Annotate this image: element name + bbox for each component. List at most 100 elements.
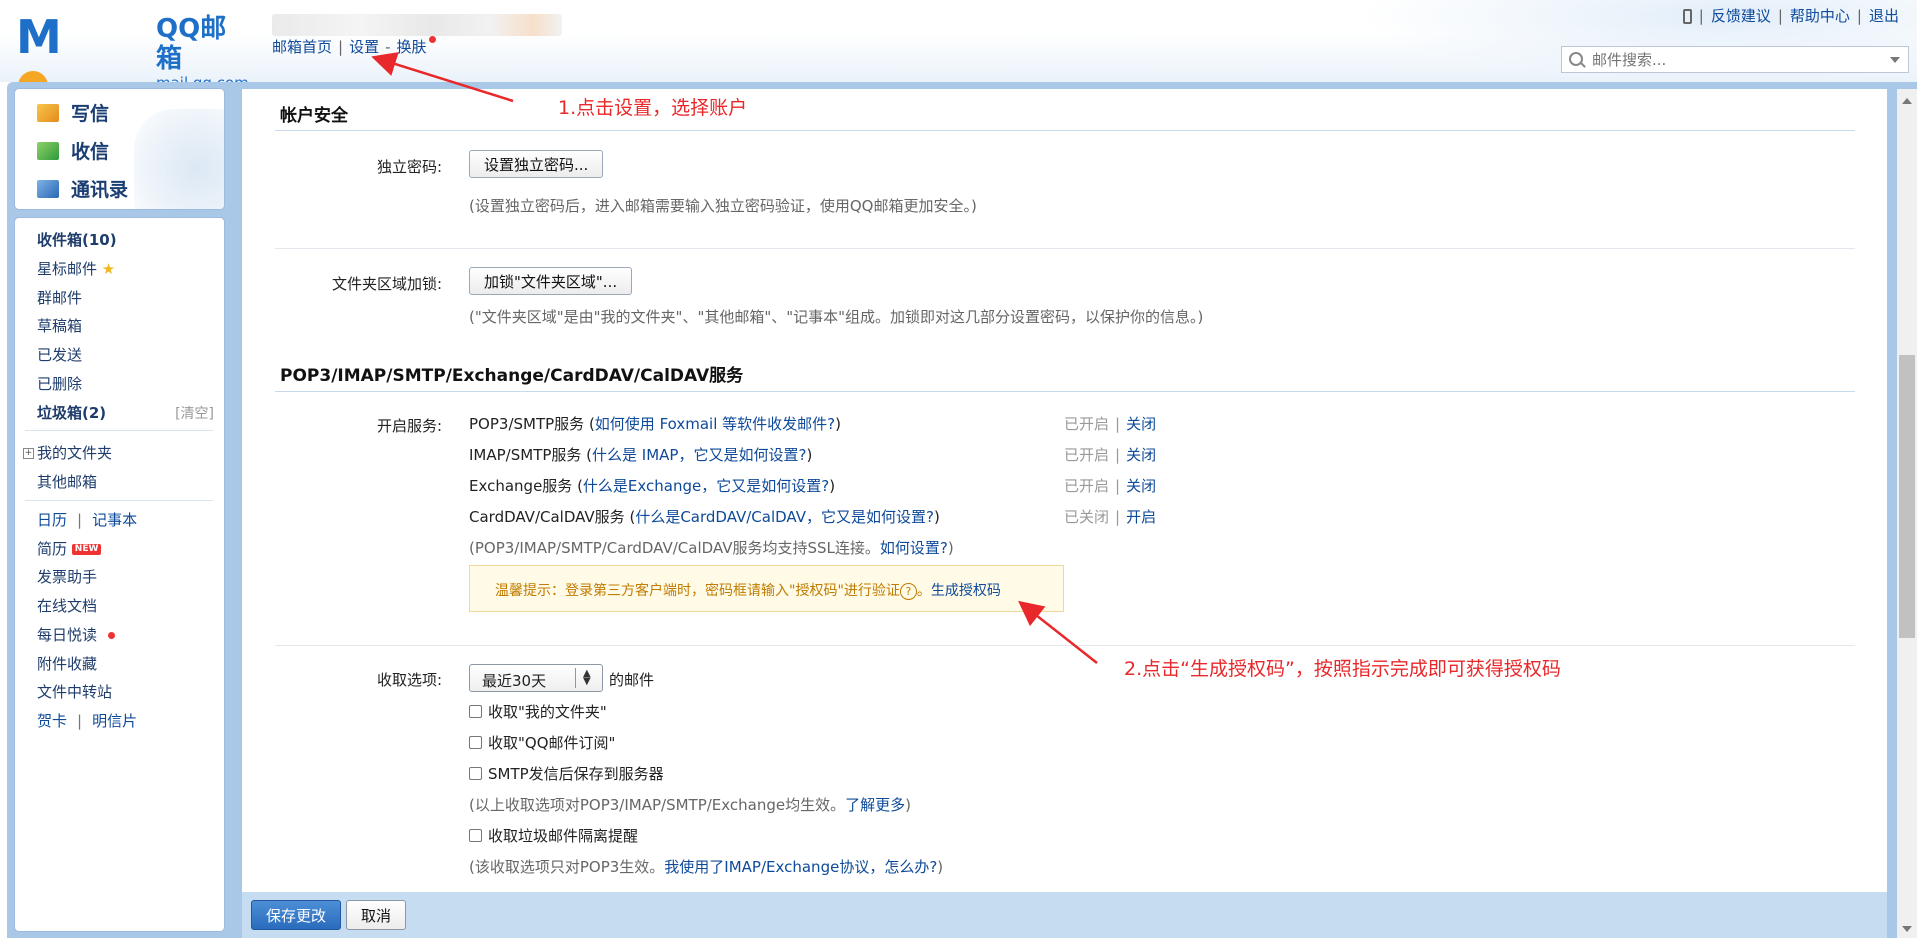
service-carddav-caldav: CardDAV/CalDAV服务 (什么是CardDAV/CalDAV，它又是如… xyxy=(469,508,940,526)
lock-folder-area-button[interactable]: 加锁"文件夹区域"... xyxy=(469,267,633,295)
help-center-link[interactable]: 帮助中心 xyxy=(1790,7,1850,25)
opt-qq-subscription[interactable]: 收取"QQ邮件订阅" xyxy=(469,732,615,753)
checkbox[interactable] xyxy=(469,767,482,780)
exchange-help-link[interactable]: 什么是Exchange，它又是如何设置? xyxy=(583,477,829,495)
receive-range-select[interactable]: 最近30天 ▲ ▼ xyxy=(469,664,603,692)
status-imap: 已开启 | 关闭 xyxy=(1064,446,1157,464)
user-account-blurred xyxy=(272,14,562,36)
checkbox[interactable] xyxy=(469,829,482,842)
logout-link[interactable]: 退出 xyxy=(1869,7,1899,25)
row-divider xyxy=(275,645,1855,646)
sidebar-row-calendar-notes: 日历 | 记事本 xyxy=(37,511,138,529)
search-input[interactable] xyxy=(1590,49,1874,71)
nav-mail-home[interactable]: 邮箱首页 xyxy=(272,38,332,56)
sidebar-item-resume[interactable]: 简历 NEW xyxy=(37,538,102,559)
sidebar-item-sent[interactable]: 已发送 xyxy=(37,344,82,365)
sidebar-item-file-transfer[interactable]: 文件中转站 xyxy=(37,681,112,702)
new-badge: NEW xyxy=(71,544,102,555)
contacts-label: 通讯录 xyxy=(71,179,129,201)
checkbox[interactable] xyxy=(469,705,482,718)
sidebar-item-other-mail[interactable]: 其他邮箱 xyxy=(37,471,97,492)
opt-smtp-save[interactable]: SMTP发信后保存到服务器 xyxy=(469,763,664,784)
sidebar: 收件箱(10) 星标邮件 ★ 群邮件 草稿箱 已发送 已删除 垃圾箱(2) [清… xyxy=(14,217,225,932)
opt-spam-reminder[interactable]: 收取垃圾邮件隔离提醒 xyxy=(469,825,638,846)
receive-options-label: 收取选项: xyxy=(376,671,442,689)
imap-exchange-help-link[interactable]: 我使用了IMAP/Exchange协议，怎么办? xyxy=(664,858,937,876)
opt-my-folders[interactable]: 收取"我的文件夹" xyxy=(469,701,607,722)
tip-text: 温馨提示：登录第三方客户端时，密码框请输入"授权码"进行验证 xyxy=(495,583,900,599)
sidebar-item-notes[interactable]: 记事本 xyxy=(92,511,137,529)
feedback-link[interactable]: 反馈建议 xyxy=(1711,7,1771,25)
top-links: | 反馈建议 | 帮助中心 | 退出 xyxy=(1682,5,1899,26)
action-footer: 保存更改 取消 xyxy=(242,892,1887,938)
mail-search[interactable] xyxy=(1561,46,1909,73)
save-changes-button[interactable]: 保存更改 xyxy=(251,900,342,930)
sidebar-item-postcard[interactable]: 明信片 xyxy=(92,712,137,730)
scroll-up-arrow-icon[interactable] xyxy=(1902,98,1912,104)
sidebar-item-drafts[interactable]: 草稿箱 xyxy=(37,315,82,336)
sidebar-item-online-docs[interactable]: 在线文档 xyxy=(37,595,97,616)
scroll-down-arrow-icon[interactable] xyxy=(1902,926,1912,932)
sidebar-item-deleted[interactable]: 已删除 xyxy=(37,373,82,394)
logo-title: QQ邮箱 xyxy=(156,14,227,74)
annotation-step-1: 1.点击设置，选择账户 xyxy=(558,97,748,119)
learn-more-link[interactable]: 了解更多 xyxy=(845,796,905,814)
status-exchange: 已开启 | 关闭 xyxy=(1064,477,1157,495)
pop3-help-link[interactable]: 如何使用 Foxmail 等软件收发邮件? xyxy=(595,415,835,433)
quick-actions-panel: 写信 收信 通讯录 xyxy=(14,88,225,210)
search-dropdown-icon[interactable] xyxy=(1890,57,1900,63)
sidebar-row-cards: 贺卡 | 明信片 xyxy=(37,712,138,730)
ssl-hint: (POP3/IMAP/SMTP/CardDAV/CalDAV服务均支持SSL连接… xyxy=(469,539,954,557)
contacts-icon xyxy=(37,179,59,198)
sidebar-divider xyxy=(25,430,213,431)
header-bar: Mil QQ邮箱 mail.qq.com 邮箱首页|设置-换肤 |反馈建议|帮助… xyxy=(0,0,1917,162)
help-question-icon[interactable]: ? xyxy=(899,582,917,600)
receive-button[interactable]: 收信 xyxy=(37,137,109,164)
expand-icon[interactable]: + xyxy=(23,448,34,459)
standalone-password-label: 独立密码: xyxy=(376,158,442,176)
carddav-help-link[interactable]: 什么是CardDAV/CalDAV，它又是如何设置? xyxy=(635,508,934,526)
spam-clear-link[interactable]: [清空] xyxy=(175,403,214,423)
annotation-step-2: 2.点击“生成授权码”，按照指示完成即可获得授权码 xyxy=(1124,658,1561,680)
checkbox[interactable] xyxy=(469,736,482,749)
carddav-toggle-link[interactable]: 开启 xyxy=(1126,508,1156,526)
penguin-decoration xyxy=(134,109,224,209)
pop3-toggle-link[interactable]: 关闭 xyxy=(1126,415,1156,433)
sidebar-item-invoice[interactable]: 发票助手 xyxy=(37,566,97,587)
imap-toggle-link[interactable]: 关闭 xyxy=(1126,446,1156,464)
service-pop3-smtp: POP3/SMTP服务 (如何使用 Foxmail 等软件收发邮件?) xyxy=(469,415,841,433)
sidebar-item-attachments[interactable]: 附件收藏 xyxy=(37,653,97,674)
settings-content: 帐户安全 独立密码: 设置独立密码... (设置独立密码后，进入邮箱需要输入独立… xyxy=(242,89,1887,892)
sidebar-item-inbox[interactable]: 收件箱(10) xyxy=(37,229,117,250)
services-title: POP3/IMAP/SMTP/Exchange/CardDAV/CalDAV服务 xyxy=(280,366,744,386)
top-nav: 邮箱首页 | 设置 - 换肤 xyxy=(272,36,436,57)
set-standalone-password-button[interactable]: 设置独立密码... xyxy=(469,150,604,178)
exchange-toggle-link[interactable]: 关闭 xyxy=(1126,477,1156,495)
sidebar-divider xyxy=(25,500,213,501)
section-divider xyxy=(275,391,1855,392)
enable-services-label: 开启服务: xyxy=(376,417,442,435)
compose-icon xyxy=(37,103,59,122)
service-exchange: Exchange服务 (什么是Exchange，它又是如何设置?) xyxy=(469,477,836,495)
compose-button[interactable]: 写信 xyxy=(37,99,109,126)
sidebar-item-group-mail[interactable]: 群邮件 xyxy=(37,287,82,308)
phone-icon[interactable] xyxy=(1682,9,1692,24)
nav-settings[interactable]: 设置 xyxy=(349,38,379,56)
ssl-howto-link[interactable]: 如何设置? xyxy=(880,539,948,557)
folder-lock-hint: ("文件夹区域"是由"我的文件夹"、"其他邮箱"、"记事本"组成。加锁即对这几部… xyxy=(469,308,1204,326)
contacts-button[interactable]: 通讯录 xyxy=(37,175,128,202)
sidebar-item-spam[interactable]: 垃圾箱(2) xyxy=(37,402,106,423)
cancel-button[interactable]: 取消 xyxy=(346,900,407,930)
folder-lock-label: 文件夹区域加锁: xyxy=(331,275,442,293)
compose-label: 写信 xyxy=(71,103,110,125)
sidebar-item-my-folders[interactable]: + 我的文件夹 xyxy=(23,442,112,463)
nav-skin[interactable]: 换肤 xyxy=(397,38,427,56)
sidebar-item-daily-read[interactable]: 每日悦读 xyxy=(37,624,115,645)
sidebar-item-greeting-card[interactable]: 贺卡 xyxy=(37,712,67,730)
unread-dot xyxy=(107,632,115,639)
imap-help-link[interactable]: 什么是 IMAP，它又是如何设置? xyxy=(592,446,806,464)
sidebar-item-starred[interactable]: 星标邮件 ★ xyxy=(37,258,115,279)
scrollbar-thumb[interactable] xyxy=(1899,355,1915,638)
sidebar-item-calendar[interactable]: 日历 xyxy=(37,511,67,529)
generate-auth-code-link[interactable]: 生成授权码 xyxy=(931,583,1001,599)
